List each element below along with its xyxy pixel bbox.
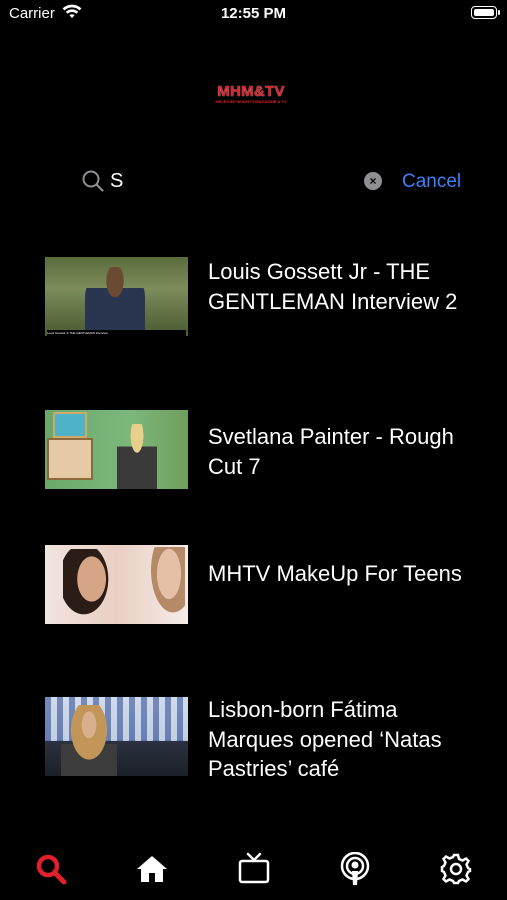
video-thumbnail[interactable] [45, 545, 188, 624]
status-bar: Carrier 12:55 PM [0, 0, 507, 30]
cancel-button[interactable]: Cancel [402, 171, 461, 193]
clear-search-button[interactable]: × [364, 172, 382, 190]
video-thumbnail[interactable] [45, 410, 188, 489]
search-bar[interactable]: × [80, 166, 390, 196]
video-title[interactable]: MHTV MakeUp For Teens [208, 559, 468, 589]
search-icon [82, 170, 104, 192]
tab-tv[interactable] [237, 852, 271, 886]
home-icon [137, 856, 167, 882]
clock: 12:55 PM [220, 5, 287, 22]
video-title[interactable]: Lisbon-born Fátima Marques opened ‘Natas… [208, 695, 468, 784]
settings-icon [440, 853, 472, 885]
tv-icon [238, 852, 270, 884]
podcast-icon [340, 852, 370, 885]
list-item[interactable]: Louis Gossett Jr THE GENTLEMAN Interview… [0, 250, 507, 360]
tab-podcast[interactable] [338, 852, 372, 886]
logo-title: MHM&TV [217, 83, 285, 100]
battery-icon [471, 6, 500, 19]
video-thumbnail[interactable]: Louis Gossett Jr THE GENTLEMAN Interview [45, 257, 188, 336]
brand-logo: MHM&TV MELROSE HEIGHTS MAGAZINE & TV [208, 84, 294, 106]
search-input[interactable] [110, 166, 350, 196]
thumbnail-caption: Louis Gossett Jr THE GENTLEMAN Interview [47, 330, 186, 336]
list-item[interactable]: Lisbon-born Fátima Marques opened ‘Natas… [0, 695, 507, 805]
video-title[interactable]: Louis Gossett Jr - THE GENTLEMAN Intervi… [208, 257, 468, 316]
logo-subtitle: MELROSE HEIGHTS MAGAZINE & TV [215, 99, 287, 104]
search-icon [36, 854, 67, 885]
tab-bar [0, 840, 507, 900]
video-thumbnail[interactable] [45, 697, 188, 776]
tab-settings[interactable] [439, 852, 473, 886]
tab-home[interactable] [135, 852, 169, 886]
list-item[interactable]: Svetlana Painter - Rough Cut 7 [0, 410, 507, 520]
video-title[interactable]: Svetlana Painter - Rough Cut 7 [208, 422, 468, 481]
tab-search[interactable] [34, 852, 68, 886]
list-item[interactable]: MHTV MakeUp For Teens [0, 545, 507, 655]
